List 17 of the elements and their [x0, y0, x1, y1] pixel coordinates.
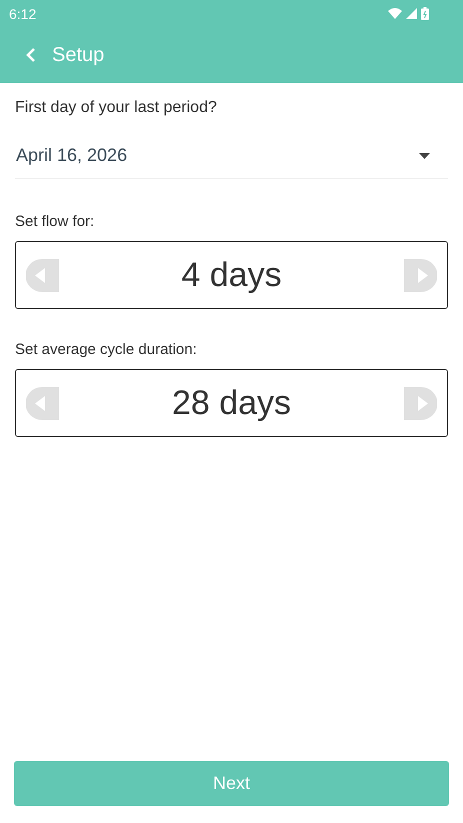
decrement-button[interactable] [26, 258, 59, 292]
back-icon[interactable] [26, 47, 36, 63]
battery-icon [421, 7, 429, 20]
date-dropdown[interactable]: April 16, 2026 [15, 135, 448, 179]
stepper-value: 4 days [181, 256, 282, 294]
question-label: First day of your last period? [15, 99, 217, 117]
increment-button[interactable] [404, 258, 437, 292]
decrement-button[interactable] [26, 386, 59, 420]
status-time: 6:12 [9, 6, 36, 22]
screen-title: Setup [52, 44, 104, 66]
stepper-label: Set flow for: [15, 213, 94, 230]
signal-icon [406, 8, 417, 19]
dropdown-arrow-icon [419, 152, 430, 158]
wifi-icon [388, 8, 402, 19]
stepper-value: 28 days [172, 384, 292, 422]
increment-button[interactable] [404, 386, 437, 420]
stepper-label: Set average cycle duration: [15, 341, 197, 358]
